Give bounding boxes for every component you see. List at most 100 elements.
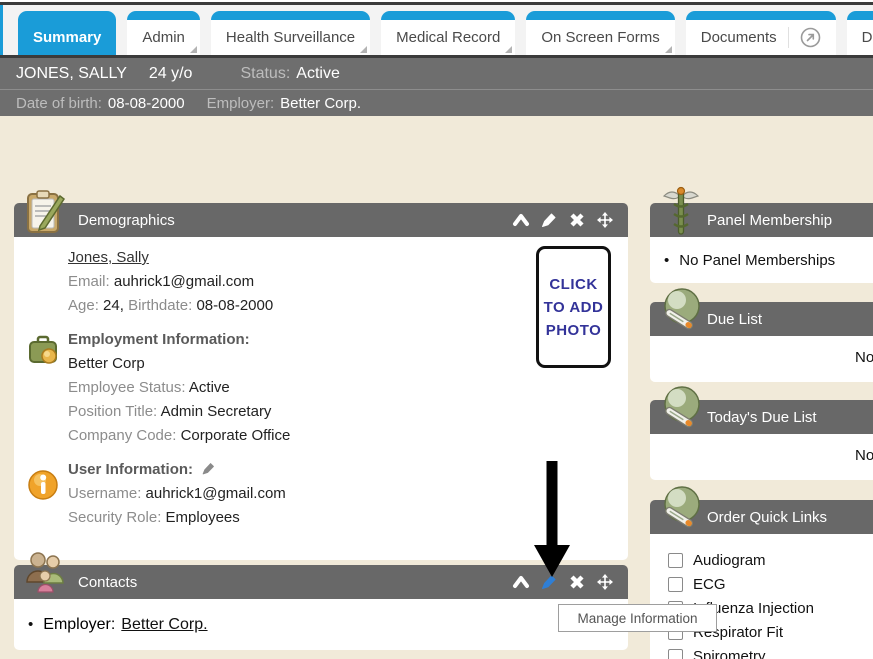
photo-line: TO ADD	[544, 299, 604, 316]
company-code-label: Company Code:	[68, 427, 176, 444]
tab-label: Documents	[701, 29, 777, 46]
pointer-arrow-annotation	[532, 461, 572, 579]
dob-value: 08-08-2000	[108, 95, 185, 112]
position-value: Admin Secretary	[161, 403, 272, 420]
add-photo-placeholder[interactable]: CLICK TO ADD PHOTO	[536, 246, 611, 368]
tab-label: Summary	[33, 29, 101, 46]
order-quick-links-body: Audiogram ECG Influenza Injection Respir…	[650, 534, 873, 659]
demographics-header[interactable]: Demographics	[14, 203, 628, 237]
panel-membership-body: • No Panel Memberships	[650, 237, 873, 283]
edit-user-pencil-icon[interactable]	[201, 461, 216, 476]
spirometry-checkbox[interactable]	[668, 649, 683, 659]
bullet: •	[664, 252, 669, 269]
tooltip-text: Manage Information	[577, 611, 697, 626]
tab-documents-dv[interactable]: Documents-DV	[847, 11, 873, 55]
collapse-chevron-icon[interactable]	[512, 573, 530, 591]
close-icon[interactable]	[568, 211, 586, 229]
email-label: Email:	[68, 273, 110, 290]
contact-employer-link[interactable]: Better Corp.	[121, 616, 207, 634]
dropdown-fold-icon	[505, 46, 512, 53]
app-window: Summary Admin Health Surveillance Medica…	[0, 0, 873, 659]
page-content: Demographics Jones, Sally Email: auhrick…	[0, 116, 873, 659]
tab-on-screen-forms[interactable]: On Screen Forms	[526, 11, 674, 55]
audiogram-checkbox[interactable]	[668, 553, 683, 568]
todays-due-list-panel: Today's Due List No	[650, 400, 873, 480]
thermometer-ball-icon	[656, 285, 706, 335]
ecg-checkbox[interactable]	[668, 577, 683, 592]
tab-label: Documents-DV	[862, 29, 873, 46]
thermometer-ball-icon	[656, 483, 706, 533]
tab-summary[interactable]: Summary	[18, 11, 116, 55]
todays-due-list-body: No	[650, 434, 873, 480]
birthdate-value: 08-08-2000	[196, 297, 273, 314]
contact-employer-label: Employer:	[43, 616, 115, 634]
tab-strip-accent	[0, 5, 3, 55]
due-list-panel: Due List No	[650, 302, 873, 382]
briefcase-icon	[27, 334, 59, 366]
tab-documents[interactable]: Documents	[686, 11, 836, 55]
move-icon[interactable]	[596, 573, 614, 591]
tab-label: Health Surveillance	[226, 29, 355, 46]
quick-link-row-audiogram: Audiogram	[650, 548, 873, 572]
age-label: Age:	[68, 297, 99, 314]
collapse-chevron-icon[interactable]	[512, 211, 530, 229]
thermometer-ball-icon	[656, 383, 706, 433]
birthdate-label: Birthdate:	[128, 297, 192, 314]
security-role-label: Security Role:	[68, 509, 161, 526]
tab-admin[interactable]: Admin	[127, 11, 200, 55]
age-value: 24,	[103, 297, 124, 314]
patient-name-link[interactable]: Jones, Sally	[68, 249, 149, 266]
panel-membership-panel: Panel Membership • No Panel Memberships	[650, 203, 873, 283]
quick-link-row-ecg: ECG	[650, 572, 873, 596]
tab-strip: Summary Admin Health Surveillance Medica…	[0, 5, 873, 55]
position-label: Position Title:	[68, 403, 157, 420]
dob-label: Date of birth:	[16, 95, 102, 112]
patient-header: JONES, SALLY 24 y/o Status: Active	[0, 58, 873, 89]
dropdown-fold-icon	[360, 46, 367, 53]
dropdown-fold-icon	[665, 46, 672, 53]
patient-name: JONES, SALLY	[16, 65, 127, 83]
username-value: auhrick1@gmail.com	[146, 485, 286, 502]
no-panel-memberships-text: No Panel Memberships	[679, 252, 835, 269]
email-value: auhrick1@gmail.com	[114, 273, 254, 290]
employment-heading: Employment Information:	[68, 331, 250, 348]
checkbox-label: Spirometry	[693, 648, 766, 659]
caduceus-icon	[658, 186, 704, 238]
user-heading: User Information:	[68, 461, 193, 478]
todays-due-list-text: No	[855, 447, 873, 464]
manage-information-tooltip: Manage Information	[558, 604, 717, 632]
checkbox-label: ECG	[693, 576, 726, 593]
employee-status-value: Active	[189, 379, 230, 396]
photo-line: PHOTO	[546, 322, 602, 339]
checkbox-label: Audiogram	[693, 552, 766, 569]
clipboard-pencil-icon	[18, 186, 70, 238]
employee-status-label: Employee Status:	[68, 379, 186, 396]
tab-label: Medical Record	[396, 29, 500, 46]
panel-actions	[512, 203, 614, 237]
edit-pencil-icon[interactable]	[540, 211, 558, 229]
tab-label: On Screen Forms	[541, 29, 659, 46]
move-icon[interactable]	[596, 211, 614, 229]
username-label: Username:	[68, 485, 141, 502]
bullet: •	[28, 616, 33, 633]
employer-value: Better Corp.	[280, 95, 361, 112]
order-quick-links-panel: Order Quick Links Audiogram ECG Influenz…	[650, 500, 873, 659]
patient-age: 24 y/o	[149, 65, 193, 83]
family-contacts-icon	[20, 548, 70, 598]
quick-link-row-spirometry: Spirometry	[650, 644, 873, 659]
contacts-body: • Employer: Better Corp.	[14, 599, 628, 650]
tab-medical-record[interactable]: Medical Record	[381, 11, 515, 55]
tab-bar: Summary Admin Health Surveillance Medica…	[18, 11, 873, 55]
external-link-icon[interactable]	[800, 27, 821, 48]
due-list-body: No	[650, 336, 873, 382]
dropdown-fold-icon	[190, 46, 197, 53]
info-icon	[27, 469, 59, 501]
status-label: Status:	[240, 65, 290, 83]
status-value: Active	[296, 65, 340, 83]
tab-health-surveillance[interactable]: Health Surveillance	[211, 11, 370, 55]
patient-subheader: Date of birth: 08-08-2000 Employer: Bett…	[0, 89, 873, 116]
photo-line: CLICK	[549, 276, 597, 293]
tab-label: Admin	[142, 29, 185, 46]
company-code-value: Corporate Office	[181, 427, 291, 444]
due-list-text: No	[855, 349, 873, 366]
